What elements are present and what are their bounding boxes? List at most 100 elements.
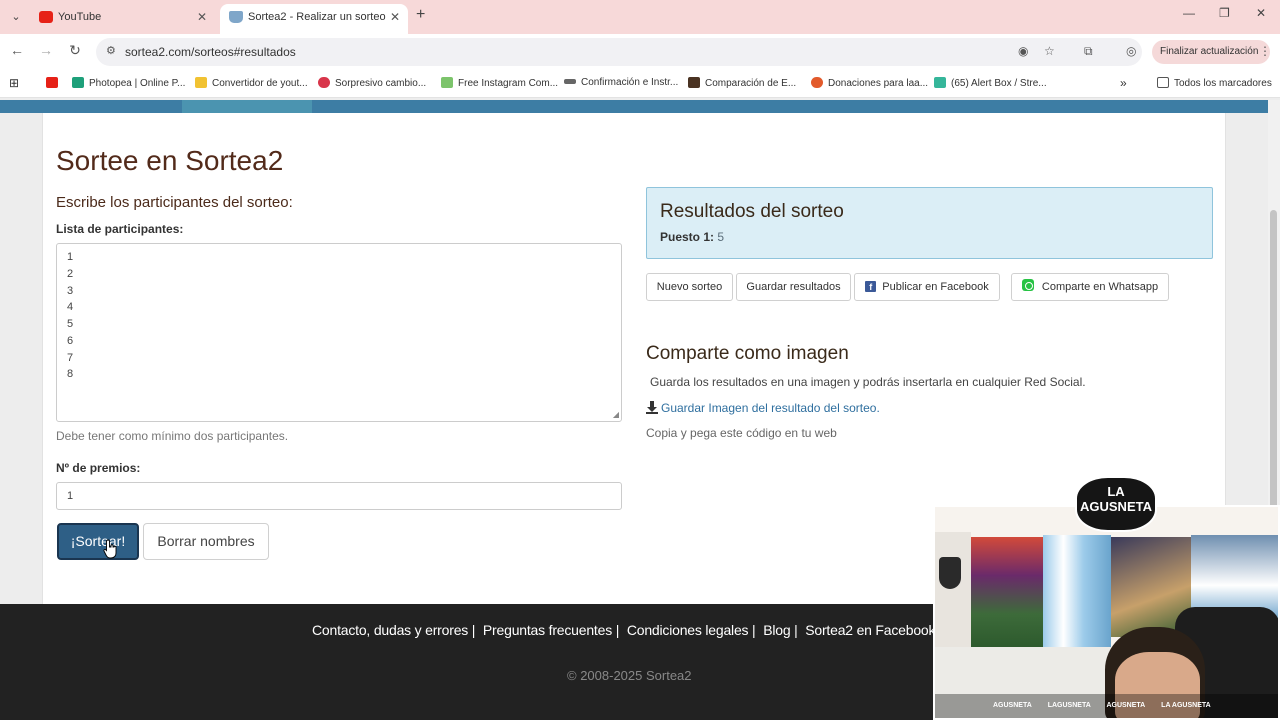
resize-handle-icon[interactable]: ◢ [613, 410, 619, 419]
new-draw-button[interactable]: Nuevo sorteo [646, 273, 733, 301]
participants-help-text: Debe tener como mínimo dos participantes… [56, 429, 289, 443]
tab-strip: ⌄ YouTube ✕ Sortea2 - Realizar un sorteo… [0, 0, 1280, 34]
hand-cursor-icon [103, 539, 117, 559]
url-field[interactable]: ⚙ sortea2.com/sorteos#resultados ◉ ☆ [96, 38, 1142, 66]
tab-search-chevron-icon[interactable]: ⌄ [6, 7, 26, 27]
close-window-icon[interactable]: ✕ [1256, 6, 1266, 20]
footer-link-faq[interactable]: Preguntas frecuentes | [483, 622, 619, 638]
bookmark-instagram[interactable]: Free Instagram Com... [441, 77, 558, 89]
save-results-button[interactable]: Guardar resultados [736, 273, 851, 301]
all-bookmarks-folder[interactable]: Todos los marcadores [1157, 77, 1272, 89]
download-image-link[interactable]: Guardar Imagen del resultado del sorteo. [646, 401, 880, 415]
bookmark-label: Donaciones para laa... [828, 78, 929, 89]
bookmark-confirmacion[interactable]: Confirmación e Instr... [564, 77, 678, 88]
logo-line-2: AGUSNETA [1080, 499, 1152, 514]
tab-youtube[interactable]: YouTube ✕ [30, 4, 215, 34]
facebook-share-button[interactable]: f Publicar en Facebook [854, 273, 1000, 301]
tab-title: YouTube [58, 11, 102, 23]
bookmark-star-icon[interactable]: ☆ [1044, 44, 1055, 58]
stadium-poster-image [971, 537, 1043, 647]
bookmark-label: Comparación de E... [705, 78, 797, 89]
address-bar: ← → ↻ ⚙ sortea2.com/sorteos#resultados ◉… [0, 34, 1280, 70]
bookmark-label: Photopea | Online P... [89, 78, 186, 89]
profile-icon[interactable]: ◎ [1126, 44, 1136, 58]
close-tab-icon[interactable]: ✕ [390, 4, 400, 30]
forward-icon[interactable]: → [36, 42, 56, 58]
new-tab-icon[interactable]: + [416, 6, 425, 24]
whatsapp-share-button[interactable]: Comparte en Whatsapp [1011, 273, 1169, 301]
tab-sortea2[interactable]: Sortea2 - Realizar un sorteo ✕ [220, 4, 408, 34]
w-icon [441, 77, 453, 88]
kick-handle: AGUSNETA [1106, 702, 1146, 709]
footer-link-facebook[interactable]: Sortea2 en Facebook | [805, 622, 942, 638]
footer-link-blog[interactable]: Blog | [763, 622, 798, 638]
footer-links: Contacto, dudas y errores | Preguntas fr… [312, 622, 946, 638]
prizes-label: Nº de premios: [56, 461, 141, 475]
menu-kebab-icon[interactable]: ⋮ [1259, 44, 1271, 58]
bookmark-convertidor[interactable]: Convertidor de yout... [195, 77, 308, 89]
participant-line: 5 [67, 318, 74, 330]
facebook-icon: f [865, 281, 877, 292]
clear-names-button[interactable]: Borrar nombres [143, 523, 269, 560]
bookmark-label: Confirmación e Instr... [581, 77, 679, 88]
embed-code-label: Copia y pega este código en tu web [646, 426, 837, 440]
back-icon[interactable]: ← [7, 42, 27, 58]
bookmark-label: Todos los marcadores [1174, 78, 1272, 89]
share-image-title: Comparte como imagen [646, 343, 849, 364]
participant-line: 6 [67, 335, 74, 347]
club-crest-image [939, 557, 961, 589]
participant-line: 8 [67, 368, 74, 380]
youtube-handle: LA AGUSNETA [1161, 702, 1211, 709]
url-text[interactable]: sortea2.com/sorteos#resultados [125, 45, 296, 59]
scrollbar-thumb[interactable] [1270, 210, 1277, 510]
logo-line-1: LA [1107, 484, 1125, 499]
bookmark-photopea[interactable]: Photopea | Online P... [72, 77, 185, 89]
copyright: © 2008-2025 Sortea2 [567, 668, 692, 683]
close-tab-icon[interactable]: ✕ [197, 4, 207, 30]
minimize-icon[interactable]: — [1183, 6, 1195, 20]
draw-button[interactable]: ¡Sortear! [57, 523, 139, 560]
whatsapp-share-label: Comparte en Whatsapp [1041, 281, 1159, 293]
maximize-icon[interactable]: ❐ [1219, 6, 1230, 20]
footer-link-legal[interactable]: Condiciones legales | [627, 622, 756, 638]
apps-grid-icon[interactable]: ⊞ [9, 76, 19, 90]
comparacion-icon [688, 77, 700, 88]
youtube-icon [39, 11, 53, 23]
place-label: Puesto 1: [660, 230, 715, 244]
whatsapp-icon [1021, 279, 1034, 291]
sortea2-favicon-icon [229, 11, 243, 23]
bookmark-comparacion[interactable]: Comparación de E... [688, 77, 796, 89]
more-bookmarks-icon[interactable]: » [1120, 76, 1127, 90]
participants-label: Lista de participantes: [56, 222, 184, 236]
results-title: Resultados del sorteo [660, 201, 844, 222]
site-info-icon[interactable]: ⚙ [106, 44, 116, 57]
webcam-overlay: AGUSNETA LAGUSNETA AGUSNETA LA AGUSNETA [933, 505, 1280, 720]
reload-icon[interactable]: ↻ [65, 42, 85, 59]
download-icon-base [646, 412, 658, 414]
bookmark-donaciones[interactable]: Donaciones para laa... [811, 77, 928, 89]
section-subtitle: Escribe los participantes del sorteo: [56, 194, 293, 211]
download-image-label[interactable]: Guardar Imagen del resultado del sorteo. [661, 401, 880, 415]
c-icon [811, 77, 823, 88]
prizes-input[interactable]: 1 [56, 482, 622, 510]
participant-line: 7 [67, 352, 74, 364]
bookmark-youtube[interactable] [46, 77, 63, 89]
streamer-logo: LA AGUSNETA [1075, 476, 1157, 532]
results-box: Resultados del sorteo Puesto 1: 5 [646, 187, 1213, 259]
extensions-icon[interactable]: ⧉ [1084, 44, 1093, 59]
news-icon [318, 77, 330, 88]
folder-icon [195, 77, 207, 88]
bookmarks-bar: ⊞ Photopea | Online P... Convertidor de … [0, 70, 1280, 98]
participants-textarea[interactable]: 1 2 3 4 5 6 7 8 ◢ [56, 243, 622, 422]
bookmark-alertbox[interactable]: (65) Alert Box / Stre... [934, 77, 1047, 89]
footer-link-contact[interactable]: Contacto, dudas y errores | [312, 622, 475, 638]
youtube-icon [46, 77, 58, 88]
bookmark-sorpresivo[interactable]: Sorpresivo cambio... [318, 77, 426, 89]
participant-line: 2 [67, 268, 74, 280]
folder-icon [1157, 77, 1169, 88]
finish-update-button[interactable]: Finalizar actualización [1152, 40, 1270, 64]
site-header-active-tab[interactable] [182, 100, 312, 113]
result-place: Puesto 1: 5 [660, 230, 724, 244]
eye-off-icon[interactable]: ◉ [1018, 44, 1028, 58]
share-image-description: Guarda los resultados en una imagen y po… [650, 375, 1086, 389]
